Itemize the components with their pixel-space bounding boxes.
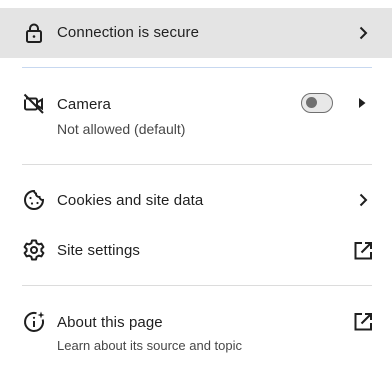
- site-settings-label: Site settings: [57, 242, 141, 259]
- camera-label: Camera: [57, 96, 111, 113]
- about-label: About this page: [57, 314, 163, 331]
- caret-right-icon[interactable]: [357, 97, 367, 109]
- divider: [22, 285, 372, 286]
- open-external-icon: [352, 240, 374, 262]
- cookies-label: Cookies and site data: [57, 192, 204, 209]
- divider: [22, 164, 372, 165]
- cookies-row[interactable]: Cookies and site data: [0, 185, 392, 217]
- about-row[interactable]: About this page Learn about its source a…: [0, 306, 392, 356]
- site-settings-row[interactable]: Site settings: [0, 235, 392, 267]
- connection-row[interactable]: Connection is secure: [0, 8, 392, 58]
- lock-icon: [22, 21, 46, 45]
- divider: [22, 67, 372, 68]
- camera-off-icon: [22, 92, 46, 116]
- cookie-icon: [22, 188, 46, 212]
- camera-toggle[interactable]: [301, 93, 333, 113]
- chevron-right-icon: [356, 26, 370, 40]
- gear-icon: [22, 238, 46, 262]
- connection-label: Connection is secure: [57, 24, 200, 41]
- about-description: Learn about its source and topic: [57, 338, 243, 353]
- camera-status: Not allowed (default): [57, 121, 186, 137]
- chevron-right-icon: [356, 193, 370, 207]
- info-sparkle-icon: [22, 310, 46, 334]
- toggle-knob: [306, 97, 317, 108]
- page-info-popup: Connection is secure Camera Not allowed …: [0, 0, 392, 374]
- open-external-icon: [352, 311, 374, 333]
